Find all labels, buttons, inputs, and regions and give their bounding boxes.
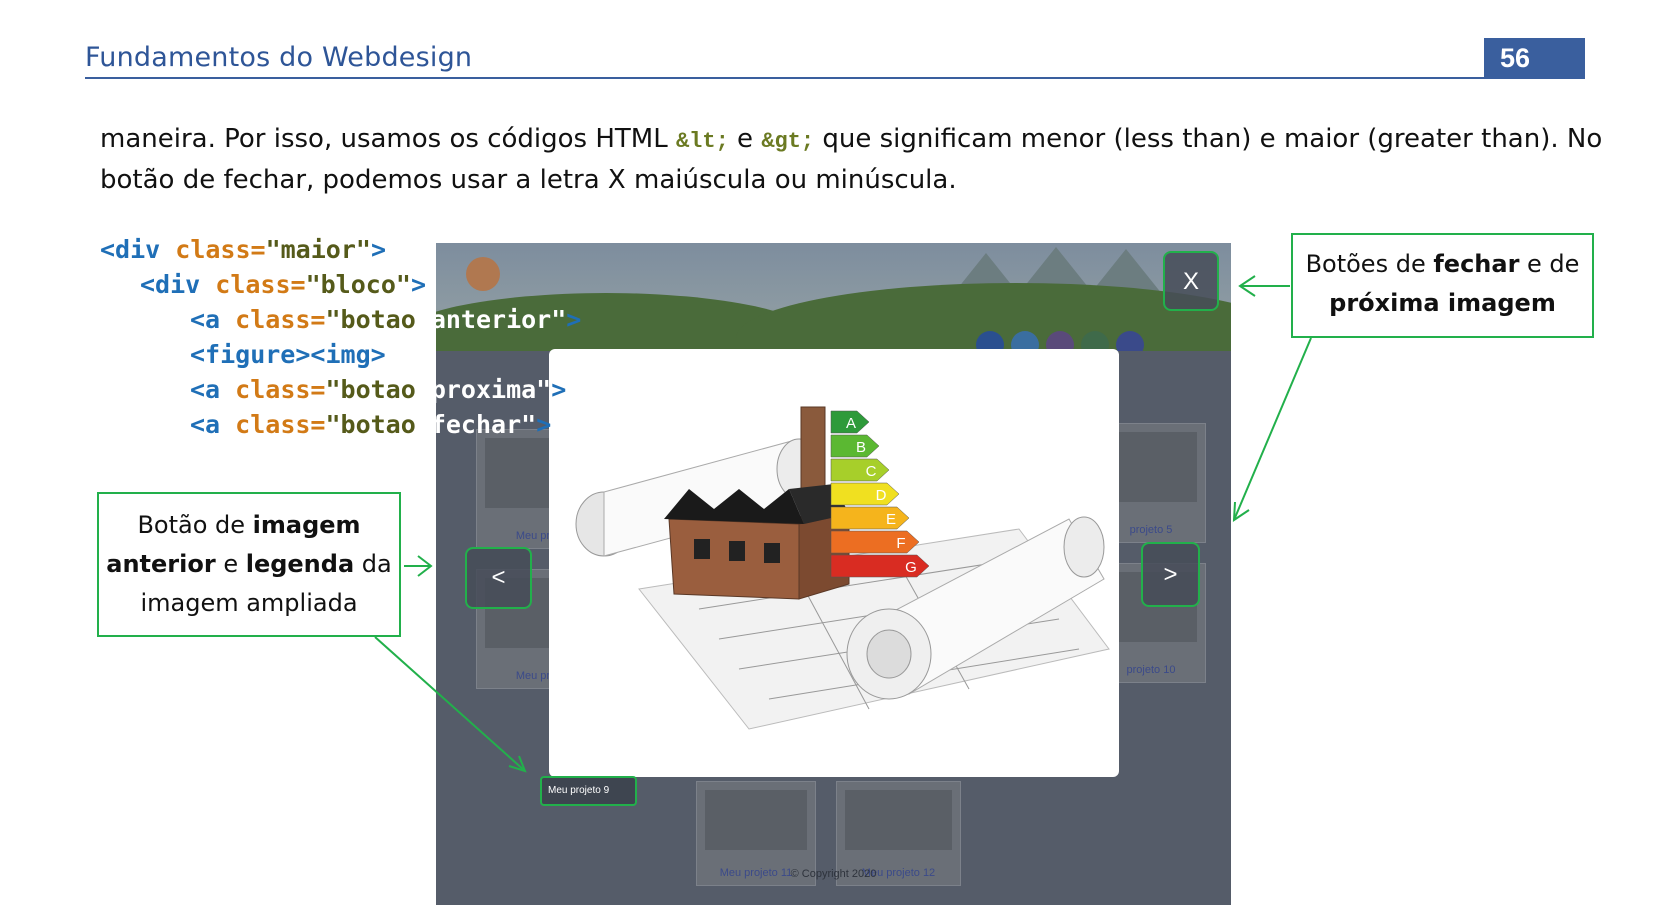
arrow-to-next [1233, 337, 1312, 521]
arrow-to-caption [374, 636, 526, 772]
callout-arrows [374, 275, 1312, 773]
